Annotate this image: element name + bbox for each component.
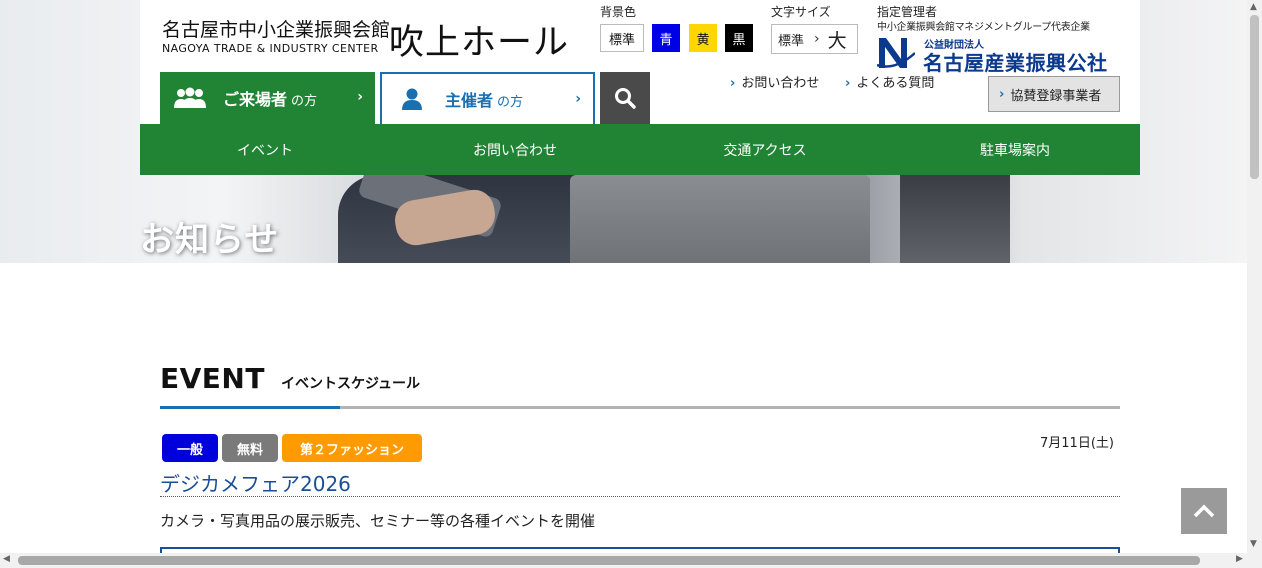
page-viewport: お知らせ 名古屋市中小企業振興会館 NAGOYA TRADE & INDUSTR… <box>0 0 1247 553</box>
font-size-switcher: 標準 › 大 <box>771 24 858 54</box>
bg-color-yellow-button[interactable]: 黄 <box>689 24 717 52</box>
site-logo-english: NAGOYA TRADE & INDUSTRY CENTER <box>162 42 379 55</box>
contact-link[interactable]: › お問い合わせ <box>730 72 819 91</box>
price-badge: 無料 <box>222 434 278 462</box>
site-logo-name[interactable]: 名古屋市中小企業振興会館 <box>162 15 390 42</box>
bg-color-blue-button[interactable]: 青 <box>652 24 680 52</box>
scroll-right-icon[interactable]: ▶ <box>1236 554 1243 564</box>
hero-photo-laptop <box>570 175 870 263</box>
tab-visitors[interactable]: ご来場者 の方 › <box>160 72 375 124</box>
nav-item-parking[interactable]: 駐車場案内 <box>890 124 1140 175</box>
corp-name: 名古屋産業振興公社 <box>923 51 1108 75</box>
nav-item-events[interactable]: イベント <box>140 124 390 175</box>
horizontal-scrollbar-thumb[interactable] <box>18 556 1200 565</box>
partner-companies-label: 協賛登録事業者 <box>1010 88 1102 104</box>
faq-link-label: よくある質問 <box>856 76 935 91</box>
partner-companies-button[interactable]: › 協賛登録事業者 <box>988 76 1120 112</box>
chevron-right-icon: › <box>730 76 736 91</box>
manager-subtitle: 中小企業振興会館マネジメントグループ代表企業 <box>877 22 1090 33</box>
vertical-scrollbar-thumb[interactable] <box>1250 15 1259 179</box>
venue-badge: 第２ファッション <box>282 434 422 462</box>
tab-organizers-suffix: の方 <box>497 95 524 110</box>
contact-link-label: お問い合わせ <box>741 76 820 91</box>
scroll-left-icon[interactable]: ◀ <box>3 554 10 564</box>
tab-organizers-label: 主催者 <box>445 91 494 110</box>
font-size-label: 文字サイズ <box>771 5 831 19</box>
event-section-divider <box>160 406 1120 409</box>
page-title: お知らせ <box>140 220 280 260</box>
event-section-heading: EVENT イベントスケジュール <box>160 362 420 395</box>
event-badges: 一般 無料 第２ファッション <box>162 434 422 462</box>
global-nav: イベント お問い合わせ 交通アクセス 駐車場案内 <box>140 124 1140 175</box>
tab-organizers[interactable]: 主催者 の方 › <box>380 72 595 124</box>
event-section-title: EVENT <box>160 362 265 395</box>
horizontal-scrollbar[interactable]: ◀ ▶ <box>0 553 1262 568</box>
event-title-link[interactable]: デジカメフェア2026 <box>160 468 351 497</box>
corp-logo-mark-icon <box>877 38 915 68</box>
font-size-large-button[interactable]: 大 <box>828 26 847 53</box>
chevron-right-icon: › <box>575 91 581 107</box>
person-icon <box>395 86 429 112</box>
font-size-normal-button[interactable]: 標準 <box>778 30 804 49</box>
back-to-top-button[interactable] <box>1181 488 1227 534</box>
nav-item-contact[interactable]: お問い合わせ <box>390 124 640 175</box>
chevron-right-icon: › <box>999 86 1005 102</box>
faq-link[interactable]: › よくある質問 <box>845 72 934 91</box>
tab-visitors-suffix: の方 <box>291 94 318 109</box>
event-description: カメラ・写真用品の展示販売、セミナー等の各種イベントを開催 <box>160 512 596 530</box>
audience-badge: 一般 <box>162 434 218 462</box>
chevron-right-icon: › <box>357 89 363 105</box>
bg-color-standard-button[interactable]: 標準 <box>600 24 644 52</box>
event-date: 7月11日(土) <box>1040 436 1114 451</box>
event-dotted-divider <box>160 496 1120 497</box>
scroll-down-icon[interactable]: ▼ <box>1250 539 1257 549</box>
bg-color-black-button[interactable]: 黒 <box>725 24 753 52</box>
hall-name[interactable]: 吹上ホール <box>389 14 569 65</box>
event-section-subtitle: イベントスケジュール <box>280 376 420 392</box>
manager-corp-logo[interactable]: 公益財団法人 名古屋産業振興公社 <box>877 35 1121 75</box>
vertical-scrollbar[interactable]: ▲ ▼ <box>1247 0 1262 553</box>
bg-color-label: 背景色 <box>600 5 637 19</box>
search-icon <box>615 88 636 109</box>
hero-photo-chair <box>900 175 1010 263</box>
chevron-right-icon: › <box>845 76 851 91</box>
people-icon <box>173 85 207 111</box>
nav-item-access[interactable]: 交通アクセス <box>640 124 890 175</box>
search-button[interactable] <box>600 72 650 124</box>
scroll-up-icon[interactable]: ▲ <box>1250 2 1257 12</box>
tab-visitors-label: ご来場者 <box>223 90 288 109</box>
chevron-right-icon: › <box>814 31 820 47</box>
site-header: 名古屋市中小企業振興会館 NAGOYA TRADE & INDUSTRY CEN… <box>140 0 1140 124</box>
chevron-up-icon <box>1193 504 1215 518</box>
